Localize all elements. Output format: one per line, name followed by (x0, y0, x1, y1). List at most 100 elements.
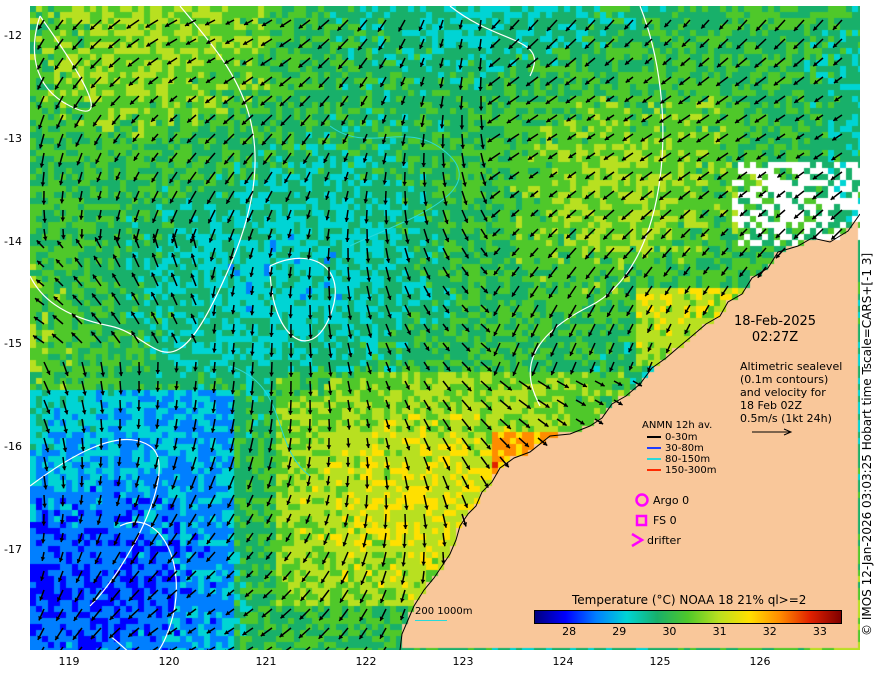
velocity-arrow-head (441, 163, 446, 168)
velocity-arrow-head (458, 105, 464, 110)
anmn-legend-label: 0-30m (665, 432, 698, 443)
velocity-arrow-head (211, 368, 217, 373)
lat-tick-label: -12 (4, 29, 22, 42)
velocity-arrow-head (79, 234, 85, 239)
velocity-arrow-head (60, 502, 66, 507)
velocity-arrow-head (249, 371, 255, 376)
colorbar-tick-label: 33 (812, 625, 827, 638)
velocity-arrow-head (308, 391, 313, 396)
arrow-icon (647, 458, 661, 460)
velocity-arrow-head (249, 311, 255, 316)
velocity-arrow-head (288, 392, 294, 396)
bathymetry-1000: 1000m (437, 606, 473, 617)
velocity-arrow-head (403, 201, 408, 206)
velocity-arrow-head (308, 372, 314, 377)
lat-tick-label: -13 (4, 132, 22, 145)
sealevel-contour (109, 521, 177, 650)
altimetry-note: Altimetric sealevel (0.1m contours) and … (740, 360, 842, 425)
velocity-arrow-shaft (246, 646, 254, 650)
velocity-arrow-head (346, 425, 352, 430)
velocity-arrow-head (42, 503, 47, 508)
velocity-arrow-shaft (266, 646, 273, 650)
lon-tick-label: 119 (58, 655, 80, 668)
velocity-arrow-shaft (285, 646, 292, 650)
velocity-arrow-head (155, 369, 161, 374)
velocity-arrow-head (82, 372, 87, 377)
lat-tick-label: -16 (4, 440, 22, 453)
velocity-arrow-head (269, 391, 274, 396)
velocity-arrow-head (422, 182, 427, 187)
colorbar-title: Temperature (°C) NOAA 18 21% ql>=2 (572, 593, 807, 607)
velocity-arrow-head (174, 368, 179, 373)
velocity-arrow-head (212, 329, 217, 334)
velocity-arrow-shaft (344, 646, 349, 650)
image-date: 18-Feb-2025 02:27Z (734, 314, 816, 346)
velocity-arrow-head (40, 539, 46, 544)
velocity-arrow-head (192, 387, 198, 392)
velocity-arrow-head (41, 521, 47, 526)
altimetry-line: 18 Feb 02Z (740, 399, 802, 412)
velocity-arrow-head (211, 388, 217, 393)
velocity-arrow-head (384, 485, 390, 490)
altimetry-line: 0.5m/s (1kt 24h) (740, 412, 832, 425)
velocity-arrow-head (61, 484, 66, 489)
velocity-arrow-head (402, 543, 407, 548)
velocity-arrow-head (307, 315, 313, 320)
velocity-arrow-head (477, 66, 483, 71)
velocity-arrow-head (383, 200, 388, 205)
lon-tick-label: 126 (749, 655, 771, 668)
velocity-arrow-head (479, 125, 485, 130)
velocity-arrow-head (136, 389, 142, 394)
velocity-arrow-head (212, 348, 217, 353)
velocity-arrow-shaft (115, 646, 121, 650)
velocity-arrow-head (328, 334, 333, 339)
velocity-arrow-head (346, 277, 352, 282)
lon-tick-label: 121 (255, 655, 277, 668)
velocity-arrow-head (385, 444, 391, 450)
velocity-arrow-head (268, 410, 274, 415)
anmn-legend-item: 0-30m (647, 432, 697, 443)
velocity-arrow-shaft (96, 646, 102, 650)
velocity-arrow-head (59, 199, 65, 204)
velocity-arrow-head (193, 367, 198, 372)
bathymetry-200: 200 (415, 606, 435, 617)
argo-icon (635, 493, 649, 507)
temperature-colorbar (534, 610, 842, 624)
velocity-arrow-head (60, 217, 66, 222)
velocity-arrow-head (421, 561, 426, 566)
velocity-arrow-head (250, 351, 255, 356)
velocity-arrow-head (307, 295, 313, 300)
velocity-arrow-head (364, 504, 369, 509)
velocity-arrow-head (61, 466, 67, 471)
fs-label: FS 0 (653, 514, 677, 527)
velocity-arrow-head (231, 329, 236, 334)
velocity-arrow-head (308, 353, 314, 358)
velocity-arrow-shaft (363, 646, 368, 650)
velocity-arrow-head (459, 125, 465, 130)
velocity-arrow-shaft (383, 646, 387, 650)
velocity-arrow-head (401, 161, 407, 166)
velocity-arrow-head (306, 446, 312, 451)
velocity-arrow-head (422, 543, 427, 548)
velocity-arrow-head (439, 124, 445, 129)
velocity-arrow-shaft (305, 646, 311, 650)
velocity-arrow-head (421, 163, 427, 167)
velocity-arrow-head (288, 410, 293, 415)
velocity-arrow-head (269, 312, 274, 317)
velocity-arrow-head (460, 144, 466, 149)
anmn-legend-label: 30-80m (665, 443, 704, 454)
velocity-arrow-head (79, 500, 84, 505)
velocity-arrow-head (364, 484, 370, 489)
velocity-arrows (32, 19, 843, 650)
velocity-arrow-shaft (170, 646, 178, 650)
copyright-text: © IMOS 12-Jan-2026 03:03:25 Hobart time … (860, 252, 874, 636)
date-day: 18-Feb-2025 (734, 314, 817, 329)
velocity-arrow-head (230, 350, 236, 355)
anmn-legend-title: ANMN 12h av. (642, 420, 713, 431)
velocity-arrow-head (79, 465, 85, 470)
velocity-arrow-head (327, 296, 332, 301)
altimetry-line: Altimetric sealevel (740, 360, 843, 373)
velocity-arrow-head (155, 405, 160, 410)
velocity-arrow-shaft (133, 646, 140, 650)
velocity-arrow-head (118, 408, 123, 413)
